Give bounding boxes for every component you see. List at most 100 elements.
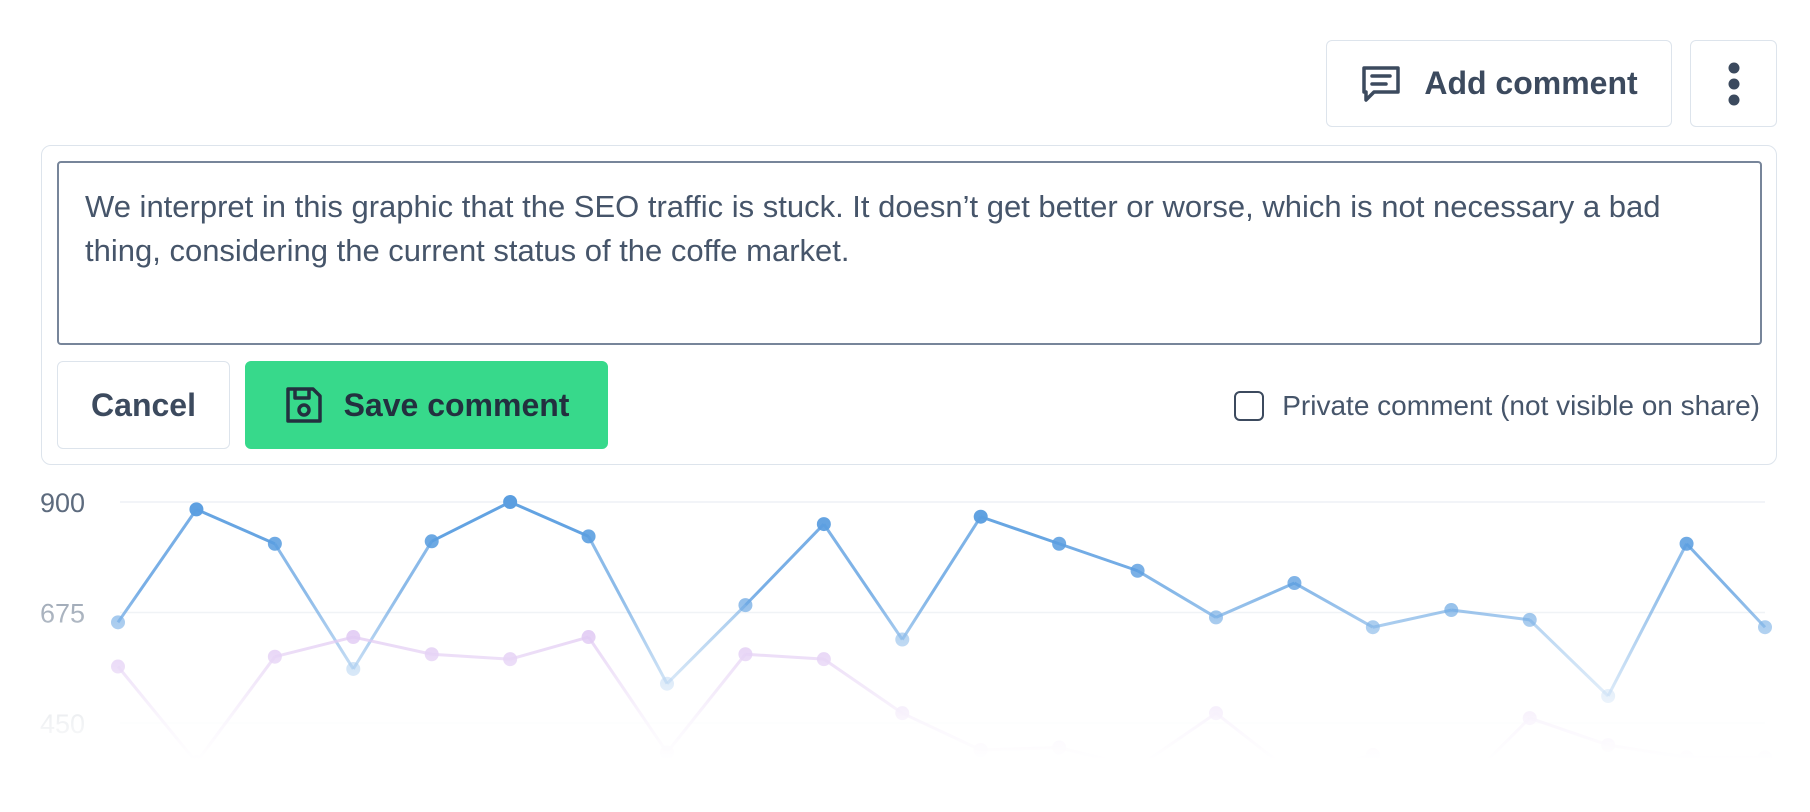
data-point[interactable] [581,630,596,645]
series-line-segment [1451,608,1530,622]
data-point[interactable] [1444,789,1459,804]
data-point[interactable] [1758,620,1772,635]
data-point[interactable] [1052,536,1067,551]
series-line-segment [980,515,1060,546]
series-line-segment [823,657,904,715]
data-point[interactable] [1601,688,1616,703]
data-point[interactable] [1679,750,1694,765]
save-comment-label: Save comment [343,386,570,423]
series-line-segment [1685,542,1767,629]
series-line-segment [901,515,982,641]
series-line-segment [352,540,433,670]
series-line-segment [665,604,747,685]
series-line-segment [665,653,747,754]
series-line-segment [587,636,669,754]
series-line-segment [195,655,277,764]
series-line-segment [1606,543,1688,697]
y-tick-label: 900 [40,488,85,518]
data-point[interactable] [424,647,439,662]
series-line-segment [116,665,198,764]
data-point[interactable] [267,536,282,551]
y-axis-ticks: 900 675 450 [40,488,85,739]
y-tick-label: 450 [40,709,85,739]
series-line-segment [273,542,355,670]
data-point[interactable] [346,630,361,645]
data-point[interactable] [816,652,831,667]
series-line-segment [901,711,982,752]
data-point[interactable] [973,509,988,524]
series-line-segment [822,523,904,641]
data-point[interactable] [189,502,204,517]
data-point[interactable] [816,517,831,532]
data-point[interactable] [738,647,753,662]
data-point[interactable] [1287,576,1302,591]
more-options-button[interactable] [1690,40,1777,127]
series-line-segment [509,635,589,661]
series-line-segment [195,507,276,546]
series-line-segment [1293,581,1374,629]
data-point[interactable] [973,743,988,758]
series-line-segment [431,652,511,661]
private-comment-label: Private comment (not visible on share) [1282,390,1760,421]
series-line-segment [1294,753,1374,777]
series-line-segment [980,746,1060,752]
series-line-segment [1607,743,1687,759]
data-point[interactable] [1522,612,1537,627]
more-vertical-icon [1728,62,1739,105]
private-comment-option[interactable]: Private comment (not visible on share) [1234,389,1760,423]
series-line-segment [431,500,511,543]
data-point[interactable] [660,676,674,691]
data-point[interactable] [111,659,125,674]
cancel-button[interactable]: Cancel [57,361,230,449]
series-line-segment [116,508,198,624]
data-point[interactable] [1209,610,1223,625]
save-icon [285,387,322,423]
series-line-segment [274,635,354,659]
private-comment-checkbox[interactable] [1234,391,1265,421]
data-point[interactable] [424,534,439,549]
data-point[interactable] [1444,603,1459,618]
save-comment-button[interactable]: Save comment [245,361,608,449]
data-point[interactable] [1758,750,1772,765]
series-line-segment [509,500,590,538]
traffic-line-chart: 900 675 450 [40,488,1772,804]
data-point[interactable] [1209,706,1223,721]
comment-icon [1362,65,1401,102]
data-point[interactable] [895,706,910,721]
series-line-segment [1136,569,1217,619]
data-point[interactable] [1130,563,1145,578]
data-point[interactable] [503,495,518,509]
data-point[interactable] [738,598,753,613]
data-point[interactable] [267,649,282,664]
series-line-segment [1136,711,1217,769]
data-point[interactable] [1052,740,1067,755]
comment-textarea[interactable]: We interpret in this graphic that the SE… [57,161,1762,345]
data-point[interactable] [1130,760,1145,775]
data-point[interactable] [503,652,518,667]
add-comment-label: Add comment [1424,65,1638,101]
data-point[interactable] [1601,738,1616,753]
data-point[interactable] [895,632,910,647]
comment-editor-panel: We interpret in this graphic that the SE… [41,145,1777,465]
data-point[interactable] [581,529,596,544]
data-point[interactable] [111,615,125,630]
chart-series [111,495,1772,804]
chart-grid [120,501,1765,724]
data-point[interactable] [1287,767,1302,782]
data-point[interactable] [1522,711,1537,726]
series-line-segment [1058,542,1139,573]
series-line-segment [745,652,824,661]
data-point[interactable] [1679,536,1694,551]
series-line-segment [1058,746,1138,769]
series-line-segment [744,523,825,607]
data-point[interactable] [346,661,361,676]
series-line-segment [587,535,669,685]
data-point[interactable] [660,745,674,760]
series-line-segment [1529,716,1609,747]
add-comment-button[interactable]: Add comment [1326,40,1672,127]
data-point[interactable] [189,755,204,770]
data-point[interactable] [1365,747,1380,762]
series-line-segment [1528,618,1610,698]
data-point[interactable] [1365,620,1380,635]
series-line-segment [1372,753,1452,798]
